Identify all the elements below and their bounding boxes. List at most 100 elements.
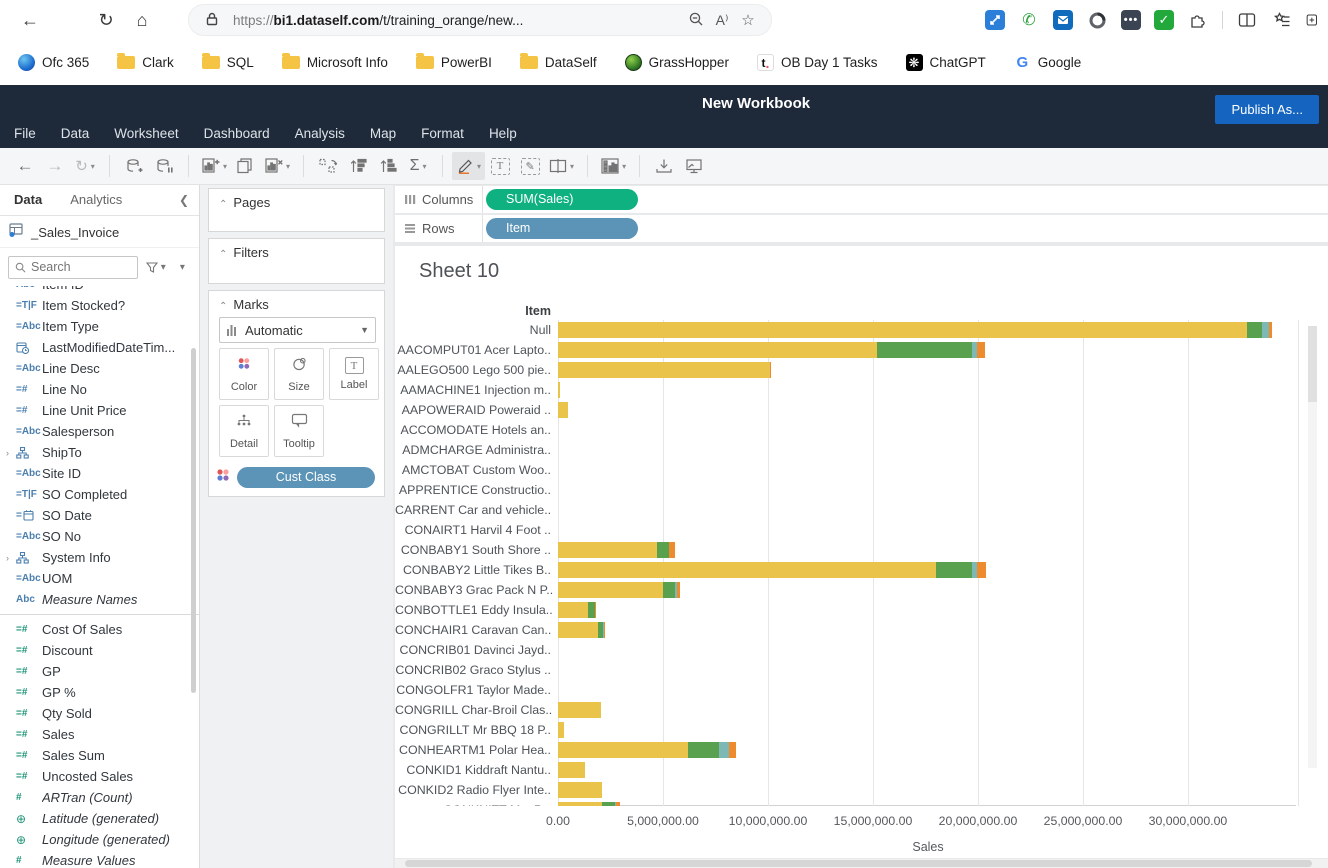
extensions-puzzle-icon[interactable] <box>1187 9 1209 31</box>
bar-segment[interactable] <box>558 702 601 718</box>
menu-analysis[interactable]: Analysis <box>295 126 345 141</box>
split-screen-icon[interactable] <box>1236 9 1258 31</box>
field-so-completed[interactable]: =T|FSO Completed <box>0 484 199 505</box>
field-qty-sold[interactable]: =#Qty Sold <box>0 703 199 724</box>
horizontal-scrollbar[interactable] <box>395 859 1328 868</box>
field-lastmodifieddatetim-[interactable]: LastModifiedDateTim... <box>0 337 199 358</box>
bar-segment[interactable] <box>719 742 729 758</box>
stacked-bar[interactable] <box>558 622 605 638</box>
toolbar-new-worksheet-icon[interactable]: ▾ <box>198 152 231 180</box>
field-gp[interactable]: =#GP <box>0 661 199 682</box>
field-sales[interactable]: =#Sales <box>0 724 199 745</box>
toolbar-undo-icon[interactable]: ← <box>10 152 40 180</box>
zoom-out-icon[interactable] <box>683 11 709 30</box>
bookmark-clark[interactable]: Clark <box>117 55 174 70</box>
home-icon[interactable]: ⌂ <box>128 6 156 34</box>
bar-segment[interactable] <box>558 342 877 358</box>
toolbar-swap-axes-icon[interactable] <box>313 152 343 180</box>
field-system-info[interactable]: ›System Info <box>0 547 199 568</box>
field-line-desc[interactable]: =AbcLine Desc <box>0 358 199 379</box>
menu-worksheet[interactable]: Worksheet <box>114 126 178 141</box>
outlook-icon[interactable] <box>1053 10 1073 30</box>
collapse-pane-icon[interactable]: ❮ <box>179 193 189 207</box>
toolbar-clear-sheet-icon[interactable]: ▾ <box>261 152 294 180</box>
field-so-date[interactable]: =SO Date <box>0 505 199 526</box>
toolbar-edit-annotation-icon[interactable]: ✎ <box>515 152 545 180</box>
bar-segment[interactable] <box>877 342 971 358</box>
stacked-bar[interactable] <box>558 402 568 418</box>
field-item-id[interactable]: AbcItem ID <box>0 286 199 295</box>
bar-segment[interactable] <box>595 602 596 618</box>
stacked-bar[interactable] <box>558 702 601 718</box>
phone-icon[interactable]: ✆ <box>1018 9 1040 31</box>
marks-label-button[interactable]: TLabel <box>329 348 379 400</box>
stacked-bar[interactable] <box>558 802 620 806</box>
bookmark-dataself[interactable]: DataSelf <box>520 55 597 70</box>
bar-segment[interactable] <box>977 342 985 358</box>
cust-class-pill[interactable]: Cust Class <box>237 467 375 488</box>
toolbar-mark-labels-icon[interactable]: T <box>485 152 515 180</box>
menu-map[interactable]: Map <box>370 126 396 141</box>
publish-as-button[interactable]: Publish As... <box>1215 95 1319 124</box>
refresh-icon[interactable]: ↻ <box>92 6 120 34</box>
menu-format[interactable]: Format <box>421 126 464 141</box>
menu-help[interactable]: Help <box>489 126 517 141</box>
collections-icon[interactable] <box>1271 9 1293 31</box>
bar-segment[interactable] <box>1247 322 1263 338</box>
mark-type-dropdown[interactable]: Automatic ▼ <box>219 317 376 343</box>
more-tools-icon[interactable]: ••• <box>1121 10 1141 30</box>
tasks-check-icon[interactable]: ✓ <box>1154 10 1174 30</box>
stacked-bar[interactable] <box>558 562 986 578</box>
bookmark-google[interactable]: GGoogle <box>1014 54 1082 71</box>
pill-item[interactable]: Item <box>486 218 638 239</box>
bar-segment[interactable] <box>604 622 605 638</box>
filters-card[interactable]: ⌃Filters <box>208 238 385 284</box>
bar-segment[interactable] <box>558 382 560 398</box>
back-icon[interactable]: ← <box>16 6 44 34</box>
color-legend-icon[interactable] <box>215 467 231 488</box>
field-salesperson[interactable]: =AbcSalesperson <box>0 421 199 442</box>
marks-detail-button[interactable]: Detail <box>219 405 269 457</box>
toolbar-refresh-data-icon[interactable]: ↻▾ <box>70 152 100 180</box>
menu-data[interactable]: Data <box>61 126 90 141</box>
stacked-bar[interactable] <box>558 322 1272 338</box>
stacked-bar[interactable] <box>558 782 602 798</box>
bar-segment[interactable] <box>558 742 688 758</box>
toolbar-show-me-icon[interactable]: ▾ <box>597 152 630 180</box>
field-measure-names[interactable]: AbcMeasure Names <box>0 589 199 610</box>
bar-segment[interactable] <box>558 562 936 578</box>
field-filter-icon[interactable]: ▾ <box>146 262 166 273</box>
toolbar-duplicate-sheet-icon[interactable] <box>231 152 261 180</box>
toolbar-download-icon[interactable] <box>649 152 679 180</box>
tab-analytics[interactable]: Analytics <box>56 185 136 215</box>
field-gp-[interactable]: =#GP % <box>0 682 199 703</box>
toolbar-presentation-mode-icon[interactable] <box>679 152 709 180</box>
field-line-no[interactable]: =#Line No <box>0 379 199 400</box>
address-bar[interactable]: https://bi1.dataself.com/t/training_oran… <box>188 4 772 36</box>
horizontal-scrollbar-thumb[interactable] <box>405 860 1312 867</box>
expand-icon[interactable]: › <box>6 448 16 458</box>
bookmark-sql[interactable]: SQL <box>202 55 254 70</box>
field-latitude-generated-[interactable]: ⊕Latitude (generated) <box>0 808 199 829</box>
expand-icon[interactable]: › <box>6 553 16 563</box>
bar-segment[interactable] <box>558 582 663 598</box>
bar-segment[interactable] <box>558 622 598 638</box>
bar-segment[interactable] <box>1269 322 1272 338</box>
bookmark-ofc-365[interactable]: Ofc 365 <box>18 54 89 71</box>
pane-options-icon[interactable]: ▾ <box>180 262 185 273</box>
field-item-type[interactable]: =AbcItem Type <box>0 316 199 337</box>
stacked-bar[interactable] <box>558 382 560 398</box>
menu-file[interactable]: File <box>14 126 36 141</box>
marks-size-button[interactable]: Size <box>274 348 324 400</box>
read-aloud-icon[interactable]: A⁾ <box>709 12 735 29</box>
field-uncosted-sales[interactable]: =#Uncosted Sales <box>0 766 199 787</box>
bar-segment[interactable] <box>602 802 615 806</box>
toolbar-fit-icon[interactable]: ▾ <box>545 152 578 180</box>
datasource-row[interactable]: _Sales_Invoice <box>0 217 199 248</box>
bar-segment[interactable] <box>677 582 680 598</box>
field-artran-count-[interactable]: #ARTran (Count) <box>0 787 199 808</box>
bar-segment[interactable] <box>558 402 568 418</box>
field-so-no[interactable]: =AbcSO No <box>0 526 199 547</box>
tab-data[interactable]: Data <box>0 185 56 215</box>
toolbar-sort-descending-icon[interactable] <box>373 152 403 180</box>
